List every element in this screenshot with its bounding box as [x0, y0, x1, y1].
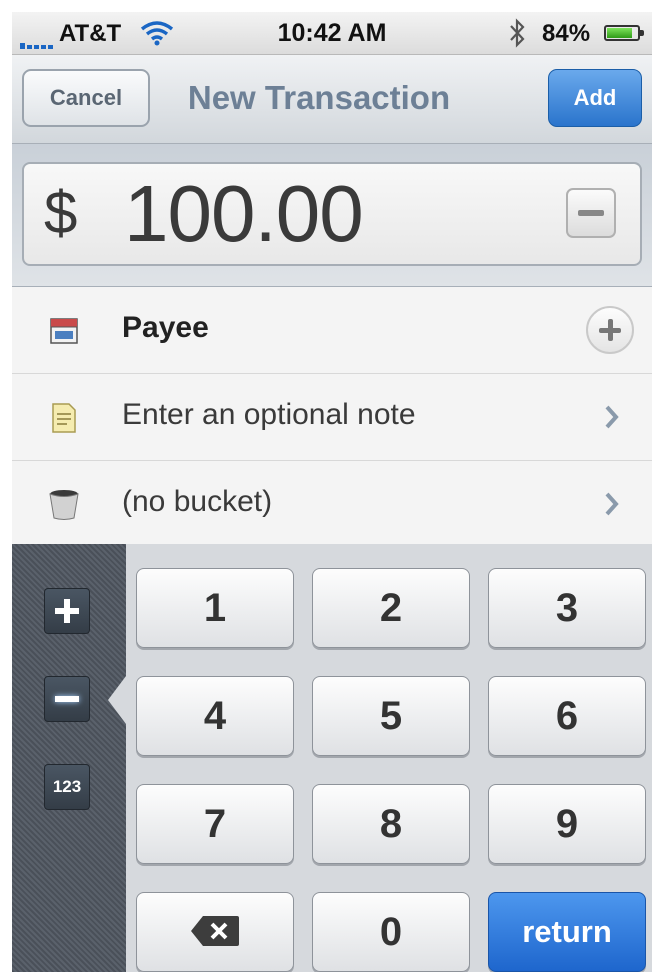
store-icon	[50, 318, 78, 344]
bucket-row[interactable]: (no bucket)	[12, 461, 652, 548]
minus-mode-button[interactable]	[44, 676, 90, 722]
backspace-icon	[191, 916, 239, 947]
status-bar: AT&T 10:42 AM 84%	[12, 12, 652, 55]
amount-panel: $ 100.00	[12, 144, 652, 287]
key-8[interactable]: 8	[312, 784, 470, 864]
key-4[interactable]: 4	[136, 676, 294, 756]
app-screen: AT&T 10:42 AM 84% Cancel New Transaction…	[12, 12, 652, 972]
amount-field[interactable]: $ 100.00	[22, 162, 642, 266]
bluetooth-icon	[510, 18, 525, 48]
keypad-mode-bar: 123	[12, 544, 126, 972]
note-row[interactable]: Enter an optional note	[12, 374, 652, 461]
bucket-label: (no bucket)	[122, 485, 273, 518]
key-0[interactable]: 0	[312, 892, 470, 972]
amount-value: 100.00	[124, 169, 364, 258]
numeric-keypad: 123 1 2 3 4 5 6 7 8 9 0 return	[12, 544, 652, 972]
key-6[interactable]: 6	[488, 676, 646, 756]
key-9[interactable]: 9	[488, 784, 646, 864]
note-placeholder: Enter an optional note	[122, 398, 416, 431]
key-1[interactable]: 1	[136, 568, 294, 648]
currency-symbol: $	[44, 179, 78, 246]
negative-toggle-button[interactable]	[566, 188, 616, 238]
navigation-bar: Cancel New Transaction Add	[12, 55, 652, 144]
payee-row[interactable]: Payee	[12, 287, 652, 374]
battery-icon	[604, 25, 644, 41]
battery-percent: 84%	[542, 20, 591, 47]
delete-key[interactable]	[136, 892, 294, 972]
add-button[interactable]: Add	[548, 69, 642, 127]
bucket-icon	[49, 490, 79, 520]
key-7[interactable]: 7	[136, 784, 294, 864]
selected-mode-pointer	[108, 676, 126, 724]
key-2[interactable]: 2	[312, 568, 470, 648]
chevron-right-icon	[605, 492, 619, 516]
key-5[interactable]: 5	[312, 676, 470, 756]
note-icon	[52, 403, 76, 433]
add-payee-button[interactable]	[586, 306, 634, 354]
chevron-right-icon	[605, 405, 619, 429]
plus-mode-button[interactable]	[44, 588, 90, 634]
return-key[interactable]: return	[488, 892, 646, 972]
numbers-mode-button[interactable]: 123	[44, 764, 90, 810]
key-3[interactable]: 3	[488, 568, 646, 648]
payee-label: Payee	[122, 311, 209, 344]
